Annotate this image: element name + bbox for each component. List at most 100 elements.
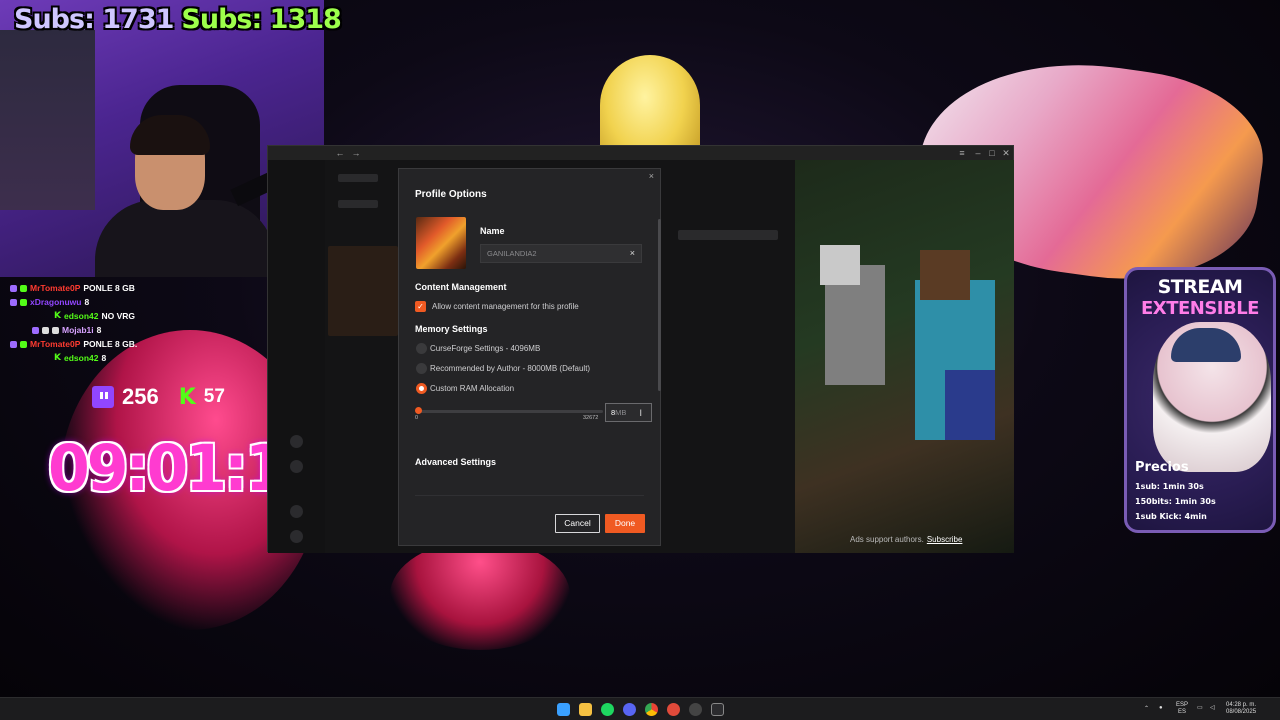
slider-max-label: 32672 xyxy=(583,415,599,421)
dimmed-modpack-thumbnail xyxy=(328,246,398,336)
cancel-button[interactable]: Cancel xyxy=(555,514,600,533)
ram-slider-track[interactable] xyxy=(417,410,603,413)
stream-extensible-card: STREAM EXTENSIBLE Precios 1sub: 1min 30s… xyxy=(1124,267,1276,533)
wallpaper-shape-red-bottom xyxy=(390,540,570,650)
twitch-icon xyxy=(92,386,114,408)
allow-content-checkbox[interactable]: ✓ xyxy=(415,301,426,312)
chat-text: 8 xyxy=(101,353,107,363)
text-cursor-icon: I xyxy=(639,408,642,418)
file-explorer-icon[interactable] xyxy=(579,703,592,716)
language-indicator[interactable]: ESP ES xyxy=(1176,702,1188,716)
kick-icon: K xyxy=(54,353,61,363)
obs-icon[interactable] xyxy=(689,703,702,716)
volume-icon[interactable]: ◁ xyxy=(1210,705,1215,712)
windows-taskbar: ⌃ ● ESP ES ▭ ◁ 04:28 p. m. 08/08/2025 xyxy=(0,697,1280,720)
app-sidebar xyxy=(268,160,325,553)
clear-name-icon[interactable]: × xyxy=(630,245,635,262)
content-management-heading: Content Management xyxy=(415,282,507,292)
spotify-icon[interactable] xyxy=(601,703,614,716)
webcam-shelf xyxy=(0,30,95,210)
profile-options-dialog: × Profile Options Name GANILANDIA2 × Con… xyxy=(398,168,661,546)
back-arrow-icon[interactable]: ← xyxy=(332,146,348,160)
ram-slider-thumb[interactable] xyxy=(415,407,422,414)
region-code: ES xyxy=(1178,709,1187,715)
radio-custom-ram[interactable] xyxy=(416,383,427,394)
dimmed-header-placeholder xyxy=(338,200,378,208)
ads-notice: Ads support authors. Subscribe xyxy=(850,535,962,544)
chat-username: Mojab1i xyxy=(62,325,94,335)
recommended-by-author-label: Recommended by Author - 8000MB (Default) xyxy=(430,364,591,373)
ram-unit: MB xyxy=(615,408,627,417)
chat-username: edson42 xyxy=(63,353,99,363)
name-label: Name xyxy=(480,226,505,236)
badge-icon xyxy=(32,326,39,334)
chrome-icon[interactable] xyxy=(645,703,658,716)
forward-arrow-icon[interactable]: → xyxy=(348,146,364,160)
badge-icon xyxy=(10,298,17,306)
price-line: 1sub Kick: 4min xyxy=(1135,512,1207,521)
subs-counter-twitch: Subs: 1731 xyxy=(14,4,174,35)
chat-text: 8 xyxy=(96,325,102,335)
profile-name-input[interactable]: GANILANDIA2 × xyxy=(480,244,642,263)
badge-icon xyxy=(52,326,59,334)
twitch-viewer-count: 256 xyxy=(122,384,159,409)
microphone-icon[interactable]: ● xyxy=(1159,705,1163,712)
window-titlebar: ← → ≡ – □ ✕ xyxy=(268,146,1013,160)
ad-steve-legs xyxy=(945,370,995,440)
clock[interactable]: 04:28 p. m. 08/08/2025 xyxy=(1226,702,1256,716)
curseforge-settings-label: CurseForge Settings - 4096MB xyxy=(430,344,541,353)
allow-content-label: Allow content management for this profil… xyxy=(432,302,579,311)
chat-username: edson42 xyxy=(63,311,99,321)
advanced-settings-heading[interactable]: Advanced Settings xyxy=(415,457,496,467)
close-window-icon[interactable]: ✕ xyxy=(998,146,1014,160)
viewer-counts: 256 K 57 xyxy=(92,384,225,410)
radio-curseforge-settings[interactable] xyxy=(416,343,427,354)
promo-title-line1: STREAM xyxy=(1157,276,1243,298)
network-icon[interactable]: ▭ xyxy=(1197,705,1203,712)
prices-heading: Precios xyxy=(1135,460,1189,475)
badge-icon xyxy=(10,284,17,292)
done-button[interactable]: Done xyxy=(605,514,645,533)
price-line: 1sub: 1min 30s xyxy=(1135,482,1204,491)
dialog-divider xyxy=(415,495,644,496)
badge-icon xyxy=(20,284,27,292)
subs-counter: Subs: 1731 Subs: 1318 xyxy=(14,4,342,35)
chat-text: 8 xyxy=(84,297,90,307)
kick-icon: K xyxy=(178,384,196,410)
app-icon[interactable] xyxy=(667,703,680,716)
custom-ram-label: Custom RAM Allocation xyxy=(430,384,515,393)
kick-icon: K xyxy=(54,311,61,321)
chat-username: MrTomate0P xyxy=(30,339,81,349)
chat-text: PONLE 8 GB. xyxy=(83,339,138,349)
minecraft-ad-image xyxy=(795,160,1014,553)
profile-name-value: GANILANDIA2 xyxy=(487,249,537,258)
badge-icon xyxy=(42,326,49,334)
memory-settings-heading: Memory Settings xyxy=(415,324,488,334)
close-icon[interactable]: × xyxy=(649,171,654,181)
webcam-person-body xyxy=(95,200,275,277)
badge-icon xyxy=(20,340,27,348)
promo-title-line2: EXTENSIBLE xyxy=(1141,298,1259,319)
subscribe-link[interactable]: Subscribe xyxy=(927,535,963,544)
curseforge-taskbar-icon[interactable] xyxy=(711,703,724,716)
kick-viewer-count: 57 xyxy=(203,386,225,407)
sidebar-icon[interactable] xyxy=(290,460,303,473)
menu-icon[interactable]: ≡ xyxy=(954,146,970,160)
subs-counter-kick: Subs: 1318 xyxy=(181,4,341,35)
ads-text: Ads support authors. xyxy=(850,535,924,544)
ram-value-input[interactable]: 8MB I xyxy=(605,403,652,422)
chat-username: xDragonuwu xyxy=(30,297,82,307)
sidebar-icon[interactable] xyxy=(290,530,303,543)
radio-recommended-by-author[interactable] xyxy=(416,363,427,374)
badge-icon xyxy=(10,340,17,348)
chevron-up-icon[interactable]: ⌃ xyxy=(1144,706,1149,713)
chat-username: MrTomate0P xyxy=(30,283,81,293)
start-icon[interactable] xyxy=(557,703,570,716)
sidebar-icon[interactable] xyxy=(290,435,303,448)
sidebar-icon[interactable] xyxy=(290,505,303,518)
discord-icon[interactable] xyxy=(623,703,636,716)
clock-time: 04:28 p. m. xyxy=(1226,702,1257,708)
dimmed-header-placeholder xyxy=(338,174,378,182)
dialog-scrollbar[interactable] xyxy=(658,219,661,391)
profile-avatar[interactable] xyxy=(416,217,466,269)
